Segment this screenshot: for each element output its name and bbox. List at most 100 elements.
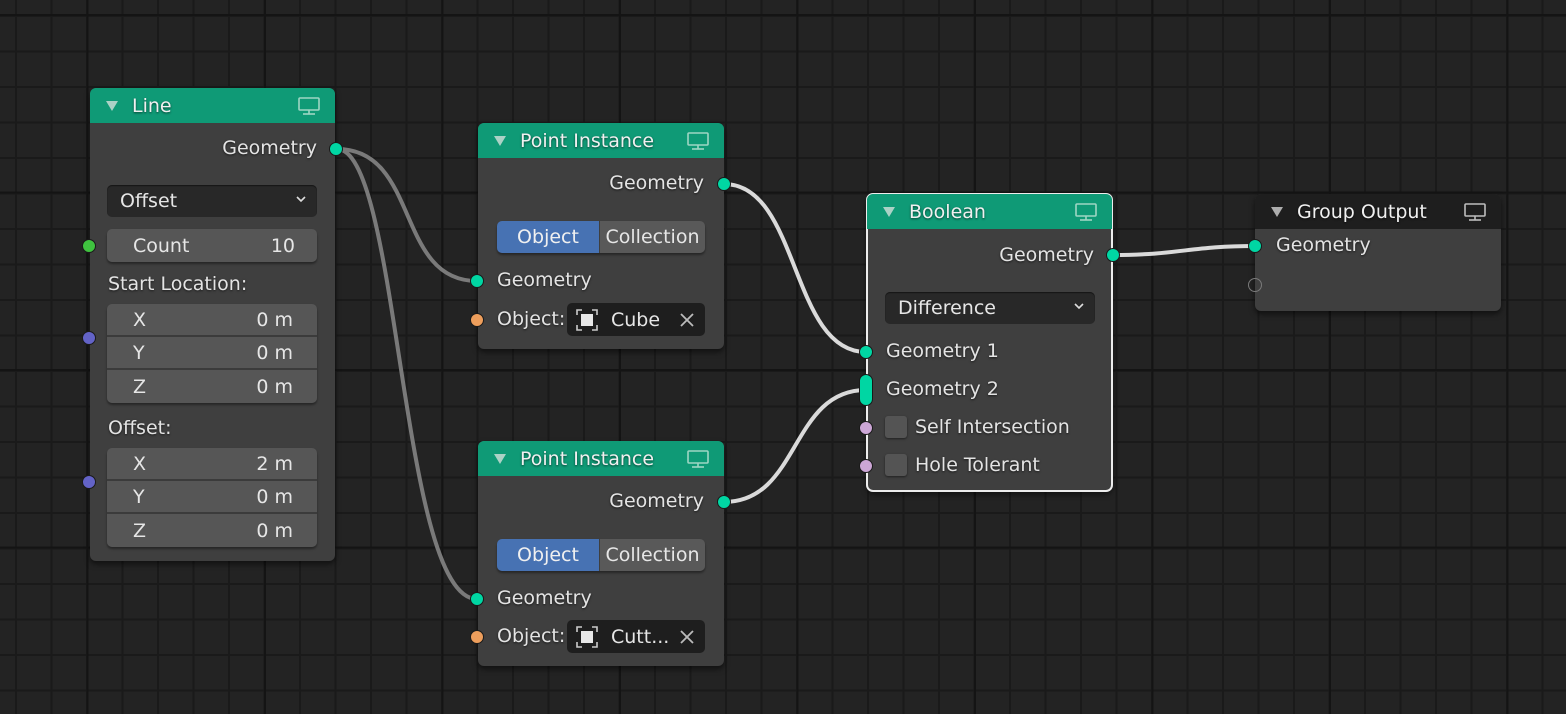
self-intersection-label: Self Intersection: [915, 416, 1070, 438]
offset-y-field[interactable]: Y 0 m: [107, 481, 317, 514]
axis-label: Y: [133, 341, 145, 364]
node-point-instance-1[interactable]: Point Instance Geometry Object Collectio…: [470, 123, 731, 349]
axis-value: 0 m: [256, 375, 293, 398]
node-title: Line: [132, 94, 172, 117]
object-label: Object:: [497, 308, 566, 330]
offset-label: Offset:: [108, 417, 172, 439]
axis-label: Y: [133, 485, 145, 508]
link-instance1-to-boolean[interactable]: [723, 182, 867, 354]
collapse-triangle-icon[interactable]: [106, 100, 118, 111]
output-geometry-socket[interactable]: [329, 142, 343, 156]
object-field[interactable]: Cutt...: [567, 620, 705, 653]
axis-label: X: [133, 452, 147, 475]
offset-z-field[interactable]: Z 0 m: [107, 514, 317, 547]
offset-socket[interactable]: [82, 475, 96, 489]
toggle-collection[interactable]: Collection: [599, 539, 705, 571]
input-geometry-socket[interactable]: [470, 274, 484, 288]
start-y-field[interactable]: Y 0 m: [107, 337, 317, 370]
operation-value: Difference: [898, 297, 996, 319]
geometry-2-label: Geometry 2: [886, 378, 999, 400]
object-socket[interactable]: [470, 630, 484, 644]
hole-tolerant-socket[interactable]: [859, 459, 873, 473]
instance-type-toggle[interactable]: Object Collection: [497, 221, 705, 253]
node-group-output[interactable]: Group Output Geometry: [1248, 194, 1501, 311]
axis-value: 0 m: [256, 485, 293, 508]
count-socket[interactable]: [82, 239, 96, 253]
object-label: Object:: [497, 625, 566, 647]
clear-x-icon[interactable]: [679, 629, 695, 645]
object-socket[interactable]: [470, 313, 484, 327]
start-location-vector[interactable]: X 0 m Y 0 m Z 0 m: [107, 304, 317, 403]
count-label: Count: [133, 234, 190, 257]
mode-value: Offset: [120, 190, 178, 212]
start-location-label: Start Location:: [108, 273, 248, 295]
output-geometry-socket[interactable]: [717, 177, 731, 191]
node-header[interactable]: Group Output: [1255, 194, 1501, 229]
self-intersection-checkbox[interactable]: [885, 416, 907, 438]
axis-label: X: [133, 308, 147, 331]
clear-x-icon[interactable]: [679, 312, 695, 328]
count-field[interactable]: Count 10: [107, 229, 317, 262]
axis-value: 0 m: [256, 308, 293, 331]
input-geometry-label: Geometry: [497, 587, 592, 609]
offset-vector[interactable]: X 2 m Y 0 m Z 0 m: [107, 448, 317, 547]
input-geometry-label: Geometry: [1276, 234, 1371, 256]
object-icon: [576, 309, 598, 331]
input-geometry-label: Geometry: [497, 269, 592, 291]
node-title: Boolean: [909, 200, 986, 223]
mode-dropdown[interactable]: Offset: [107, 185, 317, 217]
link-line-to-instance1[interactable]: [336, 147, 478, 283]
axis-value: 0 m: [256, 341, 293, 364]
toggle-collection[interactable]: Collection: [599, 221, 705, 253]
instance-type-toggle[interactable]: Object Collection: [497, 539, 705, 571]
start-location-socket[interactable]: [82, 331, 96, 345]
count-value: 10: [270, 234, 295, 257]
monitor-icon[interactable]: [1463, 202, 1487, 222]
node-header[interactable]: Line: [90, 88, 335, 123]
chevron-down-icon: [296, 196, 306, 203]
collapse-triangle-icon[interactable]: [1271, 206, 1283, 217]
monitor-icon[interactable]: [1074, 202, 1098, 222]
self-intersection-socket[interactable]: [859, 421, 873, 435]
input-geometry-socket[interactable]: [470, 592, 484, 606]
object-value: Cube: [611, 308, 661, 331]
object-value: Cutt...: [611, 625, 670, 648]
link-line-to-instance2[interactable]: [336, 147, 478, 601]
start-x-field[interactable]: X 0 m: [107, 304, 317, 337]
toggle-object[interactable]: Object: [497, 539, 599, 571]
geometry-1-socket[interactable]: [859, 345, 873, 359]
hole-tolerant-checkbox[interactable]: [885, 454, 907, 476]
empty-socket[interactable]: [1248, 278, 1262, 292]
node-title: Group Output: [1297, 200, 1427, 223]
object-field[interactable]: Cube: [567, 303, 705, 336]
output-geometry-socket[interactable]: [1106, 248, 1120, 262]
node-boolean[interactable]: Boolean Geometry Difference Geometry 1 G…: [859, 193, 1120, 492]
node-header[interactable]: Boolean: [867, 194, 1112, 229]
input-geometry-socket[interactable]: [1248, 239, 1262, 253]
geometry-2-multi-socket[interactable]: [859, 374, 873, 406]
node-header[interactable]: Point Instance: [478, 441, 724, 476]
node-header[interactable]: Point Instance: [478, 123, 724, 158]
collapse-triangle-icon[interactable]: [883, 206, 895, 217]
geometry-1-label: Geometry 1: [886, 340, 999, 362]
output-geometry-label: Geometry: [609, 172, 704, 194]
node-line[interactable]: Line Geometry Offset Count 10 Start Locat…: [82, 88, 343, 561]
monitor-icon[interactable]: [297, 96, 321, 116]
collapse-triangle-icon[interactable]: [494, 453, 506, 464]
operation-dropdown[interactable]: Difference: [885, 292, 1095, 324]
start-z-field[interactable]: Z 0 m: [107, 370, 317, 403]
monitor-icon[interactable]: [686, 449, 710, 469]
axis-label: Z: [133, 375, 147, 398]
offset-x-field[interactable]: X 2 m: [107, 448, 317, 481]
chevron-down-icon: [1074, 303, 1084, 310]
output-geometry-socket[interactable]: [717, 495, 731, 509]
hole-tolerant-label: Hole Tolerant: [915, 454, 1040, 476]
node-point-instance-2[interactable]: Point Instance Geometry Object Collectio…: [470, 441, 731, 666]
monitor-icon[interactable]: [686, 131, 710, 151]
axis-value: 2 m: [256, 452, 293, 475]
collapse-triangle-icon[interactable]: [494, 135, 506, 146]
link-boolean-to-output[interactable]: [1112, 244, 1256, 257]
link-instance2-to-boolean[interactable]: [723, 388, 867, 504]
toggle-object[interactable]: Object: [497, 221, 599, 253]
output-geometry-label: Geometry: [609, 490, 704, 512]
